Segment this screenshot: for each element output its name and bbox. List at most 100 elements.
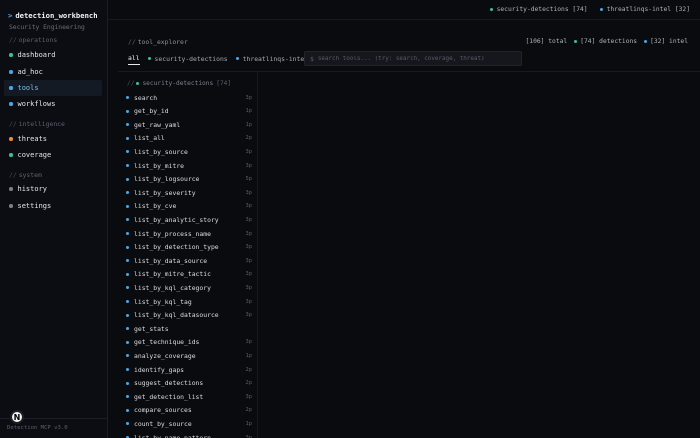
server-count: [74] [572, 6, 588, 13]
n-logo-icon[interactable]: N [10, 410, 24, 424]
tool-row[interactable]: list_by_severity 3p [126, 186, 252, 199]
tool-row[interactable]: analyze_coverage 1p [126, 349, 252, 362]
tool-row[interactable]: list_by_source 3p [126, 145, 252, 158]
stat-intel-text: [32] intel [650, 38, 688, 45]
section-label-operations: //operations [9, 36, 58, 44]
prompt-caret-icon: > [8, 11, 13, 20]
sidebar: > detection_workbench Security Engineerin… [0, 0, 108, 438]
server-status: security-detections [74] threatlinqs-int… [489, 6, 690, 13]
tool-row[interactable]: list_by_cve 3p [126, 200, 252, 213]
tool-dot-icon [126, 177, 129, 181]
tool-name: list_all [134, 134, 165, 143]
nav-item-dashboard[interactable]: dashboard [4, 47, 102, 63]
tool-param-count: 3p [245, 244, 253, 251]
tool-param-count: 3p [245, 189, 253, 196]
tool-row[interactable]: list_by_data_source 3p [126, 254, 252, 267]
status-dot-icon [599, 8, 603, 11]
group-count: [74] [216, 80, 232, 87]
tool-param-count: 5p [245, 176, 253, 183]
tool-name: list_by_severity [134, 188, 196, 197]
tool-row[interactable]: get_stats [126, 322, 252, 335]
status-dot-icon [9, 137, 13, 141]
tool-row[interactable]: get_by_id 1p [126, 105, 252, 118]
tool-dot-icon [126, 422, 129, 426]
server-status-security-detections: security-detections [74] [489, 6, 588, 13]
tool-dot-icon [126, 286, 129, 290]
tool-row[interactable]: list_all 2p [126, 132, 252, 145]
nav-item-workflows[interactable]: workflows [4, 96, 102, 112]
search-input[interactable] [317, 55, 518, 62]
tool-row[interactable]: compare_sources 2p [126, 404, 252, 417]
tool-row[interactable]: get_raw_yaml 1p [126, 118, 252, 131]
tool-param-count: 1p [245, 420, 253, 427]
tool-row[interactable]: list_by_mitre 3p [126, 159, 252, 172]
stat-total: [106] total [525, 38, 568, 45]
tool-row[interactable]: list_by_name_pattern 3p [126, 431, 252, 438]
tool-param-count: 3p [245, 284, 253, 291]
nav-item-history[interactable]: history [4, 181, 102, 197]
tool-name: get_stats [134, 324, 169, 333]
tool-dot-icon [126, 245, 129, 249]
tool-dot-icon [126, 204, 129, 208]
status-dot-icon [9, 204, 13, 208]
tool-row[interactable]: count_by_source 1p [126, 417, 252, 430]
search-prompt-icon: $ [310, 54, 314, 63]
tool-row[interactable]: list_by_kql_tag 3p [126, 295, 252, 308]
nav-item-label: threats [17, 135, 48, 143]
tool-row[interactable]: list_by_mitre_tactic 3p [126, 268, 252, 281]
tool-param-count: 3p [245, 94, 253, 101]
tool-name: list_by_kql_category [134, 283, 211, 292]
tool-row[interactable]: list_by_logsource 5p [126, 173, 252, 186]
tool-row[interactable]: list_by_kql_datasource 3p [126, 309, 252, 322]
tool-dot-icon [126, 96, 129, 99]
section-label-intelligence: //intelligence [9, 120, 65, 128]
group-header: // security-detections [74] [127, 80, 232, 87]
tool-param-count: 3p [245, 339, 253, 346]
nav-item-threats[interactable]: threats [4, 131, 102, 147]
tool-param-count: 1p [245, 352, 253, 359]
status-dot-icon [136, 82, 140, 85]
filter-tab-all[interactable]: all [128, 54, 140, 65]
tool-name: list_by_mitre_tactic [134, 270, 211, 279]
brand: > detection_workbench Security Engineerin… [8, 11, 98, 31]
section-label-system: //system [9, 171, 42, 179]
status-dot-icon [9, 86, 13, 90]
tool-dot-icon [126, 109, 129, 113]
server-label: security-detections [496, 6, 569, 13]
tool-row[interactable]: identify_gaps 2p [126, 363, 252, 376]
tool-row[interactable]: suggest_detections 2p [126, 377, 252, 390]
tool-stats: [106] total [74] detections [32] intel [526, 38, 689, 45]
tool-row[interactable]: list_by_analytic_story 3p [126, 213, 252, 226]
tool-row[interactable]: search 3p [126, 91, 252, 104]
status-dot-icon [9, 70, 13, 74]
tool-row[interactable]: list_by_detection_type 3p [126, 241, 252, 254]
tool-dot-icon [126, 381, 129, 385]
tool-row[interactable]: get_technique_ids 3p [126, 336, 252, 349]
section-label-text: system [18, 171, 42, 179]
stat-intel: [32] intel [644, 38, 688, 45]
tool-name: count_by_source [134, 419, 192, 428]
filter-tab-label: threatlinqs-intel [242, 54, 309, 63]
tool-list: // security-detections [74] search 3p get_… [118, 72, 258, 438]
tool-param-count: 2p [245, 407, 253, 414]
status-dot-icon [147, 57, 151, 60]
nav-item-label: dashboard [17, 51, 56, 59]
nav-item-coverage[interactable]: coverage [4, 147, 102, 163]
tool-row[interactable]: list_by_process_name 3p [126, 227, 252, 240]
stat-detections: [74] detections [574, 38, 637, 45]
brand-title: > detection_workbench [8, 11, 98, 20]
nav-item-ad-hoc[interactable]: ad_hoc [4, 64, 102, 80]
tool-dot-icon [126, 354, 129, 358]
nav-item-settings[interactable]: settings [4, 198, 102, 214]
tool-param-count: 2p [245, 380, 253, 387]
tool-dot-icon [126, 136, 129, 140]
nav-item-tools[interactable]: tools [4, 80, 102, 96]
tool-dot-icon [126, 150, 129, 154]
status-dot-icon [9, 102, 13, 106]
tool-row[interactable]: get_detection_list 3p [126, 390, 252, 403]
tool-name: get_detection_list [134, 392, 204, 401]
filter-tab-threatlinqs-intel[interactable]: threatlinqs-intel [235, 54, 309, 65]
nav-item-label: settings [17, 202, 52, 210]
tool-row[interactable]: list_by_kql_category 3p [126, 281, 252, 294]
filter-tab-security-detections[interactable]: security-detections [147, 54, 228, 65]
